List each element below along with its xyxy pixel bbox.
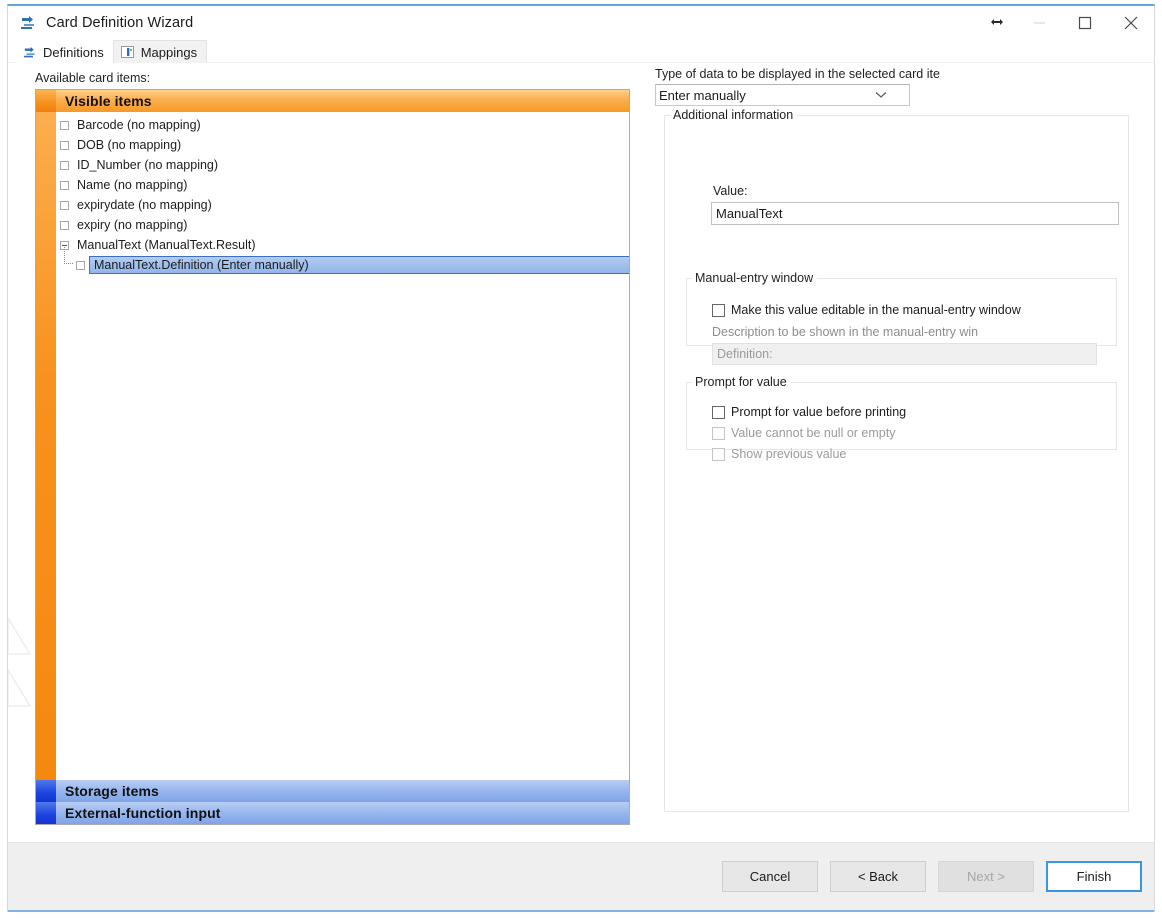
tree-item-label: ManualText.Definition (Enter manually) [89, 256, 629, 274]
ghost-artifact-icon [8, 616, 32, 707]
make-editable-checkbox-row[interactable]: Make this value editable in the manual-e… [712, 303, 1021, 317]
tree-item-label: ManualText (ManualText.Result) [77, 238, 256, 252]
prompt-for-value-group: Prompt for value Prompt for value before… [686, 375, 1117, 461]
value-label: Value: [713, 184, 748, 198]
group-header-storage-items[interactable]: Storage items [36, 780, 629, 802]
type-of-data-dropdown[interactable]: Enter manually [655, 84, 910, 106]
tree-item-label: expiry (no mapping) [77, 218, 188, 232]
show-previous-value-label: Show previous value [731, 447, 847, 461]
tree-elbow-icon [64, 247, 73, 264]
tab-definitions-label: Definitions [43, 44, 104, 60]
cursor-artifact-icon [991, 19, 1003, 25]
wizard-window: Card Definition Wizard Definitions Mappi… [7, 4, 1155, 912]
tree-item[interactable]: ManualText (ManualText.Result) [56, 235, 629, 255]
tree-item-list[interactable]: Barcode (no mapping) DOB (no mapping) ID… [56, 112, 629, 780]
window-title: Card Definition Wizard [46, 14, 194, 31]
manual-entry-legend: Manual-entry window [695, 271, 814, 285]
tree-item[interactable]: ID_Number (no mapping) [56, 155, 629, 175]
prompt-before-printing-row[interactable]: Prompt for value before printing [712, 405, 906, 419]
next-button: Next > [938, 861, 1034, 892]
back-button[interactable]: < Back [830, 861, 926, 892]
tree-item-label: Barcode (no mapping) [77, 118, 201, 132]
checkbox-icon[interactable] [56, 180, 72, 190]
close-button[interactable] [1108, 6, 1154, 39]
tab-mappings-label: Mappings [140, 44, 198, 60]
checkbox-icon[interactable] [712, 405, 725, 419]
tree-bottom-groups: Storage items External-function input [36, 780, 629, 824]
tree-body: Barcode (no mapping) DOB (no mapping) ID… [36, 112, 629, 780]
group-header-label: Storage items [56, 780, 629, 802]
finish-button[interactable]: Finish [1046, 861, 1142, 892]
checkbox-icon[interactable] [56, 120, 72, 130]
available-card-items-label: Available card items: [35, 71, 151, 85]
value-not-null-label: Value cannot be null or empty [731, 426, 896, 440]
group-header-visible-items[interactable]: Visible items [36, 90, 629, 112]
checkbox-icon[interactable] [56, 160, 72, 170]
tree-item-label: expirydate (no mapping) [77, 198, 212, 212]
prompt-before-printing-label: Prompt for value before printing [731, 405, 907, 419]
make-editable-label: Make this value editable in the manual-e… [731, 303, 1021, 317]
group-color-swatch [36, 90, 56, 112]
tab-strip: Definitions Mappings [8, 39, 1154, 63]
description-label: Description to be shown in the manual-en… [712, 325, 979, 339]
content-area: Available card items: Visible items Barc… [8, 63, 1154, 842]
description-field: Definition: [712, 343, 1097, 365]
tree-item-label: DOB (no mapping) [77, 138, 182, 152]
close-icon [1124, 16, 1138, 29]
window-controls [1016, 6, 1154, 39]
group-header-label: External-function input [56, 802, 629, 824]
tree-item-selected[interactable]: ManualText.Definition (Enter manually) [56, 247, 629, 275]
tree-item[interactable]: Barcode (no mapping) [56, 115, 629, 135]
group-color-swatch [36, 780, 56, 802]
cancel-button[interactable]: Cancel [722, 861, 818, 892]
group-color-swatch [36, 802, 56, 824]
group-color-rail [36, 112, 56, 780]
card-items-tree-panel: Visible items Barcode (no mapping) DOB (… [35, 89, 630, 825]
tree-item[interactable]: DOB (no mapping) [56, 135, 629, 155]
checkbox-icon[interactable] [56, 220, 72, 230]
checkbox-icon [712, 426, 725, 440]
wizard-arrow-icon [24, 46, 35, 57]
tab-definitions[interactable]: Definitions [16, 41, 113, 63]
tree-item[interactable]: expiry (no mapping) [56, 215, 629, 235]
manual-entry-window-group: Manual-entry window Make this value edit… [686, 271, 1117, 365]
group-header-label: Visible items [56, 90, 629, 112]
wizard-button-row: Cancel < Back Next > Finish [722, 861, 1142, 892]
wizard-arrow-icon [21, 15, 34, 29]
title-bar: Card Definition Wizard [8, 6, 1154, 39]
additional-information-legend: Additional information [673, 108, 794, 122]
mappings-icon [120, 45, 134, 58]
prompt-for-value-legend: Prompt for value [695, 375, 787, 389]
checkbox-icon[interactable] [72, 260, 88, 270]
checkbox-icon[interactable] [56, 200, 72, 210]
group-header-external-function-input[interactable]: External-function input [36, 802, 629, 824]
tab-mappings[interactable]: Mappings [112, 40, 208, 63]
value-input[interactable] [711, 202, 1119, 225]
footer-bar: Cancel < Back Next > Finish [8, 842, 1154, 912]
maximize-icon [1078, 16, 1092, 29]
checkbox-icon[interactable] [56, 140, 72, 150]
maximize-button[interactable] [1062, 6, 1108, 39]
tree-item-label: ID_Number (no mapping) [77, 158, 219, 172]
right-panel: Type of data to be displayed in the sele… [655, 67, 1129, 812]
type-of-data-value: Enter manually [659, 87, 746, 103]
show-previous-value-row: Show previous value [712, 447, 846, 461]
chevron-down-icon [875, 92, 887, 98]
tree-item[interactable]: expirydate (no mapping) [56, 195, 629, 215]
value-not-null-row: Value cannot be null or empty [712, 426, 895, 440]
checkbox-icon [712, 447, 725, 461]
checkbox-icon[interactable] [712, 303, 725, 317]
description-field-value: Definition: [717, 347, 773, 361]
additional-information-group: Additional information Value: Manual-ent… [664, 108, 1129, 812]
type-of-data-label: Type of data to be displayed in the sele… [655, 67, 940, 81]
minimize-icon [1033, 22, 1045, 24]
tree-item-label: Name (no mapping) [77, 178, 188, 192]
tree-item[interactable]: Name (no mapping) [56, 175, 629, 195]
minimize-button[interactable] [1016, 6, 1062, 39]
